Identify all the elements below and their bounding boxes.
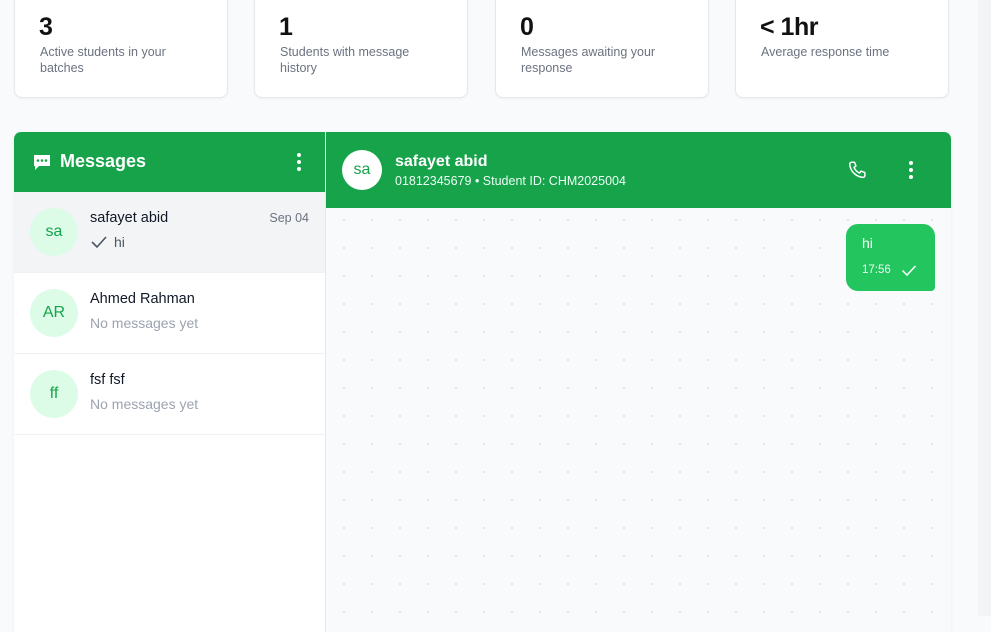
- sent-check-icon: [901, 265, 917, 277]
- sidebar-more-options-icon[interactable]: [289, 152, 309, 172]
- stat-label: Active students in your batches: [40, 45, 166, 75]
- conversation-sidebar: Messages sa safayet abid Sep 04 hi AR Ah…: [14, 132, 326, 632]
- chat-icon: [431, 0, 445, 3]
- stat-card-awaiting-response: 0 Messages awaiting your response: [495, 0, 709, 98]
- message-time: 17:56: [862, 264, 891, 276]
- stat-value: < 1hr: [760, 13, 818, 41]
- phone-icon[interactable]: [847, 159, 869, 181]
- conversation-preview: No messages yet: [90, 315, 199, 331]
- stat-value: 1: [279, 13, 293, 41]
- chat-avatar: sa: [342, 150, 382, 190]
- message-icon: [34, 155, 50, 170]
- conversation-name: Ahmed Rahman: [90, 291, 195, 307]
- conversation-preview: hi: [90, 234, 125, 250]
- messaging-panel: Messages sa safayet abid Sep 04 hi AR Ah…: [14, 132, 951, 632]
- conversation-item[interactable]: sa safayet abid Sep 04 hi: [14, 192, 325, 273]
- conversation-date: Sep 04: [269, 211, 309, 225]
- message-bubble-outgoing: hi 17:56: [846, 224, 935, 291]
- chat-area: sa safayet abid 01812345679 • Student ID…: [326, 132, 951, 632]
- message-text: hi: [862, 235, 873, 251]
- avatar: ff: [30, 370, 78, 418]
- page-scroll-gutter: [978, 0, 991, 616]
- conversation-preview-text: hi: [114, 234, 125, 250]
- chat-contact-details: 01812345679 • Student ID: CHM2025004: [395, 174, 626, 188]
- check-icon: [91, 236, 107, 249]
- conversation-name: safayet abid: [90, 210, 169, 226]
- stat-label: Average response time: [761, 45, 890, 59]
- conversation-list: sa safayet abid Sep 04 hi AR Ahmed Rahma…: [14, 192, 325, 435]
- clock-icon: [912, 0, 926, 3]
- stat-card-message-history: 1 Students with message history: [254, 0, 468, 98]
- stat-value: 3: [39, 13, 53, 41]
- chat-header: sa safayet abid 01812345679 • Student ID…: [326, 132, 951, 208]
- sidebar-header: Messages: [14, 132, 325, 192]
- stats-row: 3 Active students in your batches 1 Stud…: [14, 0, 951, 100]
- conversation-item[interactable]: AR Ahmed Rahman No messages yet: [14, 273, 325, 354]
- avatar: sa: [30, 208, 78, 256]
- stat-value: 0: [520, 13, 534, 41]
- avatar: AR: [30, 289, 78, 337]
- chat-more-options-icon[interactable]: [901, 160, 921, 180]
- alert-icon: [672, 0, 686, 3]
- conversation-name: fsf fsf: [90, 372, 125, 388]
- conversation-preview: No messages yet: [90, 396, 199, 412]
- sidebar-title: Messages: [60, 151, 147, 171]
- chat-contact-name: safayet abid: [395, 153, 488, 170]
- stat-card-active-students: 3 Active students in your batches: [14, 0, 228, 98]
- stat-card-response-time: < 1hr Average response time: [735, 0, 949, 98]
- conversation-item[interactable]: ff fsf fsf No messages yet: [14, 354, 325, 435]
- users-icon: [191, 0, 205, 3]
- stat-label: Students with message history: [280, 45, 410, 75]
- stat-label: Messages awaiting your response: [521, 45, 656, 75]
